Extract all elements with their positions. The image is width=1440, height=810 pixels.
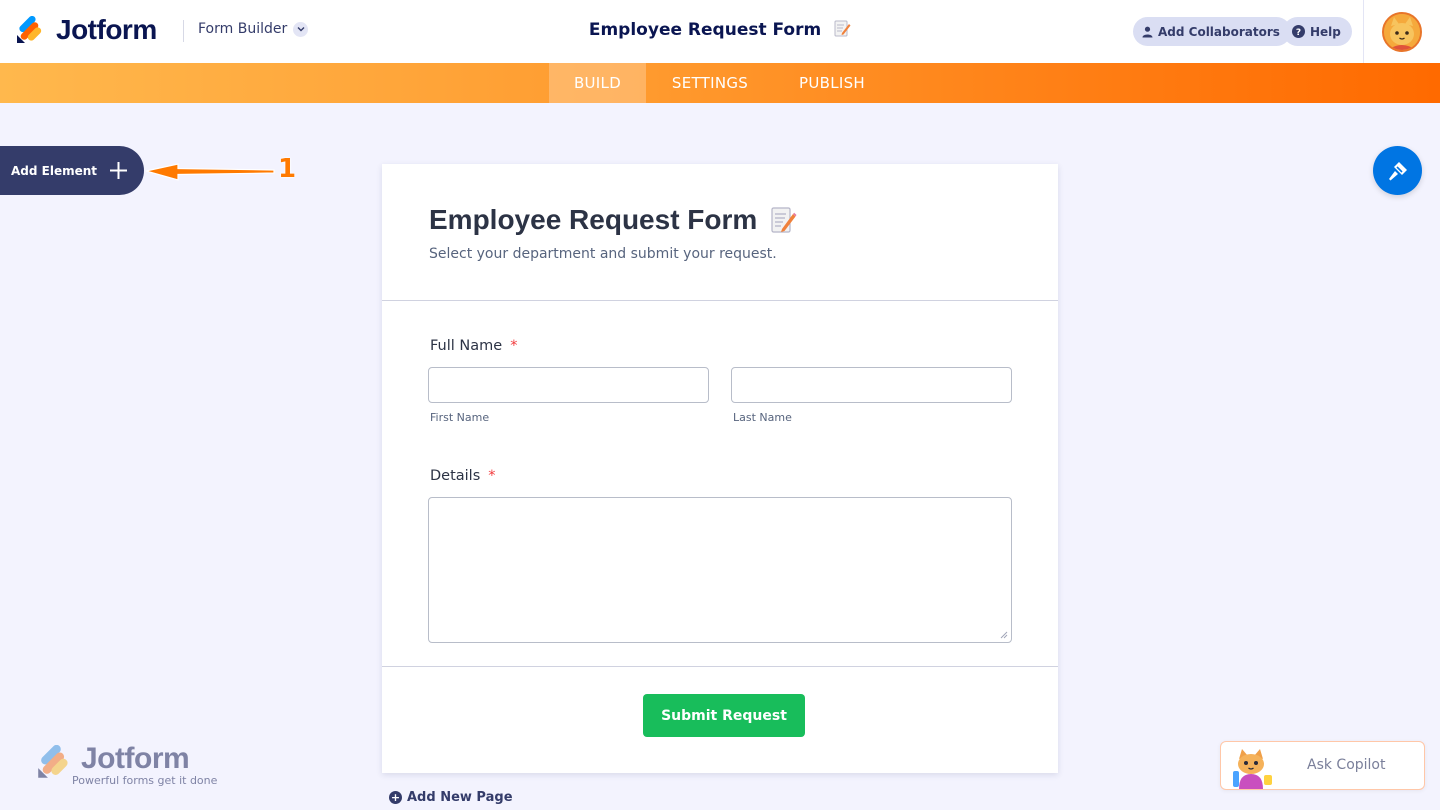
user-avatar[interactable] [1382,12,1422,52]
details-textarea[interactable] [428,497,1012,643]
resize-grip-icon[interactable] [1000,631,1008,639]
form-footer-divider [382,666,1058,667]
annotation-number: 1 [278,154,297,184]
cat-avatar-icon [1384,14,1420,50]
add-element-label: Add Element [11,163,98,178]
watermark-brand: Jotform [81,742,190,775]
form-card: Employee Request Form Select your depart… [382,164,1058,773]
header-divider [183,20,184,42]
add-collaborators-button[interactable]: Add Collaborators [1133,17,1291,46]
chevron-down-icon [293,21,309,37]
add-element-button[interactable]: Add Element [0,146,144,195]
builder-nav: BUILD SETTINGS PUBLISH [0,63,1440,103]
annotation-arrow-icon [145,163,275,181]
form-heading-wrap[interactable]: Employee Request Form [429,204,797,236]
add-new-page-label: Add New Page [407,790,513,805]
last-name-input[interactable] [731,367,1012,403]
tab-settings-label: SETTINGS [671,74,749,92]
ask-copilot-button[interactable]: Ask Copilot [1220,741,1425,790]
full-name-label: Full Name [430,338,503,354]
user-icon [1142,26,1153,38]
first-name-input[interactable] [428,367,709,403]
form-subheading[interactable]: Select your department and submit your r… [429,246,777,262]
tab-build[interactable]: BUILD [549,63,646,103]
required-asterisk: * [510,338,518,354]
form-heading: Employee Request Form [429,204,758,235]
add-new-page-button[interactable]: + Add New Page [389,790,513,805]
last-name-sublabel: Last Name [733,411,792,424]
form-designer-button[interactable] [1373,146,1422,195]
header-form-title[interactable]: Employee Request Form [589,20,821,40]
form-header: Employee Request Form Select your depart… [382,164,1058,301]
form-builder-label: Form Builder [198,21,288,37]
tab-publish[interactable]: PUBLISH [786,63,878,103]
plus-circle-icon: + [389,791,402,804]
jotform-logo[interactable]: Jotform [16,14,157,46]
form-builder-switch[interactable]: Form Builder [198,21,309,37]
submit-request-button[interactable]: Submit Request [643,694,805,737]
svg-text:?: ? [1296,28,1301,38]
help-button[interactable]: ? Help [1283,17,1352,46]
details-label: Details [430,468,481,484]
tab-build-label: BUILD [573,74,622,92]
details-label-wrap[interactable]: Details * [430,468,496,484]
paint-roller-icon [1388,161,1407,180]
memo-emoji-icon [834,20,851,37]
jotform-logo-icon [17,16,42,43]
ask-copilot-label: Ask Copilot [1307,757,1386,773]
brand-name: Jotform [56,14,157,45]
memo-emoji-icon [771,207,797,233]
copilot-cat-icon [1233,749,1272,789]
tab-publish-label: PUBLISH [799,74,865,92]
required-asterisk: * [488,468,496,484]
plus-icon [110,162,127,179]
tab-settings[interactable]: SETTINGS [660,63,760,103]
help-icon: ? [1292,25,1305,38]
jotform-watermark-logo-icon [38,745,68,778]
add-collaborators-label: Add Collaborators [1158,24,1280,39]
full-name-label-wrap[interactable]: Full Name * [430,338,517,354]
first-name-sublabel: First Name [430,411,490,424]
avatar-divider [1363,0,1364,63]
watermark-tagline: Powerful forms get it done [72,774,218,787]
top-bar: Jotform Form Builder Employee Request Fo… [0,0,1440,63]
help-label: Help [1310,24,1341,39]
